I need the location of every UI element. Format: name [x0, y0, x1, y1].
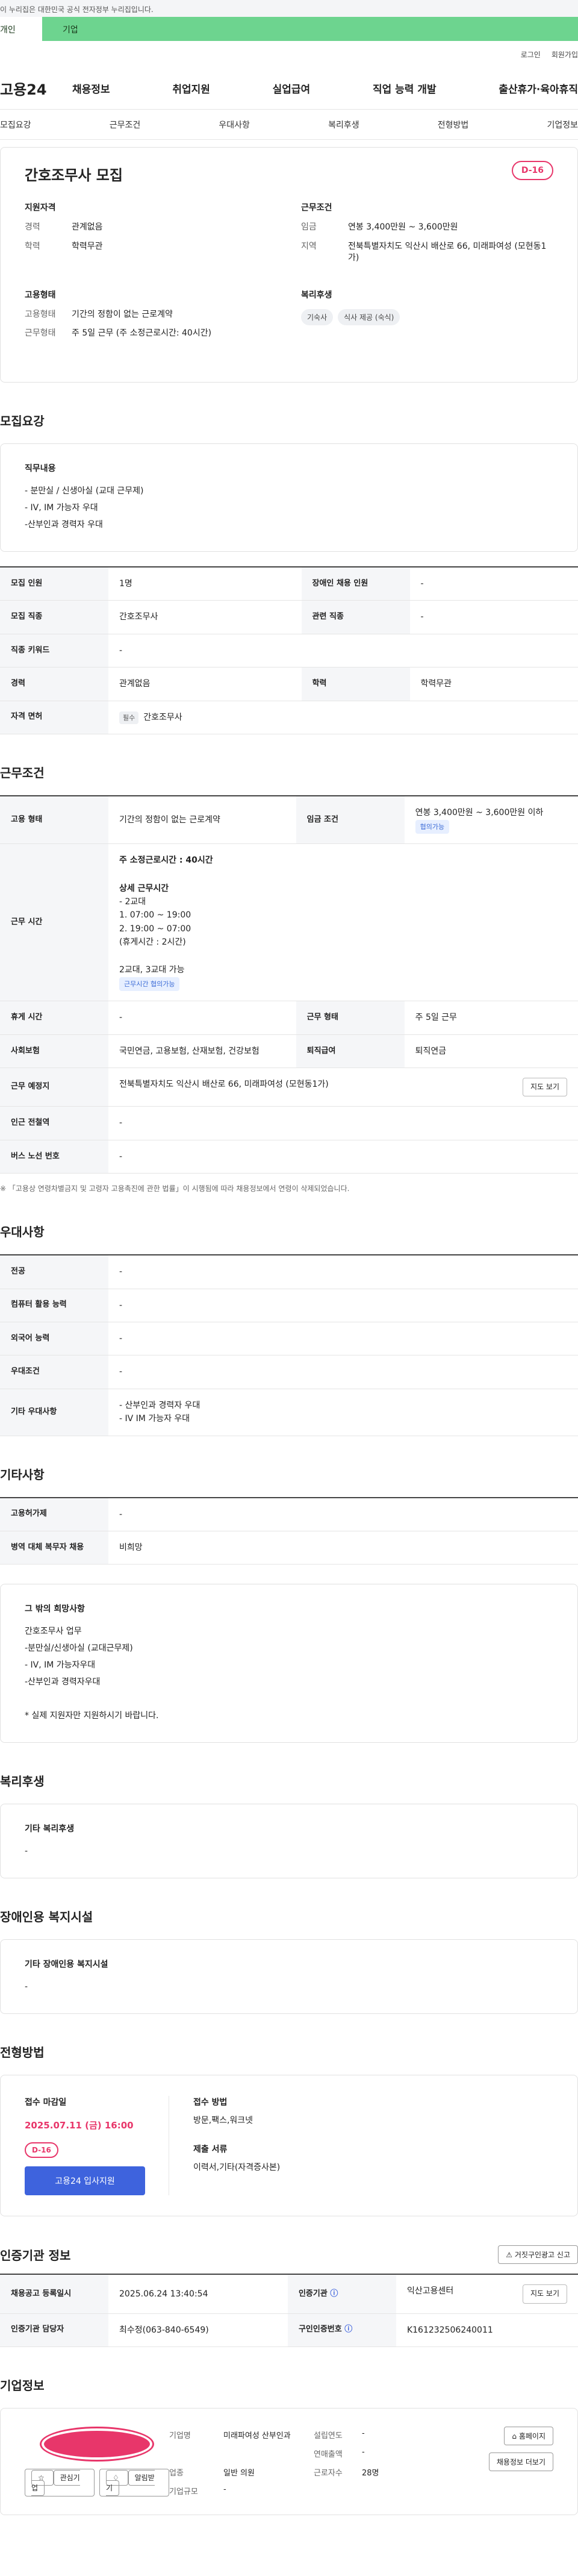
section-work-title: 근무조건: [0, 766, 45, 781]
dday-badge: D-16: [511, 161, 553, 180]
global-nav: 고용24 채용정보 취업지원 실업급여 직업 능력 개발 출산휴가·육아휴직: [0, 67, 578, 110]
welfare-pill: 식사 제공 (숙식): [338, 308, 400, 325]
job-title: 간호조무사 모집: [25, 167, 123, 184]
company-logo: [40, 2426, 154, 2462]
section-tabs: 모집요강 근무조건 우대사항 복리후생 전형방법 기업정보: [0, 110, 578, 140]
home-icon: ⌂: [512, 2431, 519, 2440]
more-jobs-button[interactable]: 채용정보 더보기: [488, 2452, 553, 2471]
welfare-pill: 기숙사: [301, 308, 334, 325]
util-links: 로그인 회원가입: [0, 41, 578, 67]
login-link[interactable]: 로그인: [521, 49, 541, 67]
tab-personal[interactable]: 개인: [0, 17, 42, 41]
job-summary-card: 간호조무사 모집 D-16 지원자격 경력 관계없음 학력 학력무관 근무조건 임금…: [0, 147, 578, 383]
notify-button[interactable]: ♢ 알림받기: [99, 2468, 169, 2496]
table-row: 근무 예정지 전북특별자치도 익산시 배산로 66, 미래파여성 (모현동1가)…: [0, 1068, 578, 1107]
other-wishes-box: 그 밖의 희망사항 간호조무사 업무 -분만실/신생아실 (교대근무제) - I…: [0, 1584, 578, 1743]
section-etc-title: 기타사항: [0, 1467, 45, 1482]
favorite-company-button[interactable]: ☆ 관심기업: [25, 2468, 95, 2496]
age-law-note: ※ 「고용상 연령차별금지 및 고령자 고용촉진에 관한 법률」이 시행됨에 따…: [0, 1184, 350, 1193]
tab-welfare[interactable]: 복리후생: [328, 119, 359, 131]
info-icon[interactable]: ⓘ: [344, 2325, 352, 2334]
tab-prefer[interactable]: 우대사항: [219, 119, 250, 131]
negotiable-badge: 협의가능: [415, 819, 450, 834]
table-row: 인근 전철역 -: [0, 1106, 578, 1140]
table-row: 병역 대체 복무자 채용 비희망: [0, 1531, 578, 1565]
gnb-item-benefit[interactable]: 실업급여: [273, 81, 311, 96]
summary-welfare: 복리후생 기숙사 식사 제공 (숙식): [301, 289, 553, 347]
homepage-button[interactable]: ⌂ 홈페이지: [504, 2426, 553, 2445]
table-row: 경력 관계없음 학력 학력무관: [0, 667, 578, 701]
apply-card: 접수 마감일 2025.07.11 (금) 16:00 D-16 고용24 입사…: [0, 2075, 578, 2217]
prefer-table: 전공 - 컴퓨터 활용 능력 - 외국어 능력 - 우대조건 - 기타 우대사항 - 산부…: [0, 1254, 578, 1436]
section-disabled-title: 장애인용 복지시설: [0, 1910, 93, 1925]
table-row: 고용 형태 기간의 정함이 없는 근로계약 임금 조건 연봉 3,400만원 ~…: [0, 796, 578, 845]
dday-badge: D-16: [25, 2142, 58, 2159]
etc-table: 고용허가제 - 병역 대체 복무자 채용 비희망: [0, 1496, 578, 1565]
section-agency-title: 인증기관 정보: [0, 2248, 71, 2263]
agency-map-button[interactable]: 지도 보기: [523, 2284, 567, 2304]
table-row: 우대조건 -: [0, 1355, 578, 1389]
section-process-title: 전형방법: [0, 2045, 45, 2060]
company-card: ☆ 관심기업 ♢ 알림받기 기업명 미래파여성 산부인과 설립연도 - 연매출액 - 업…: [0, 2407, 578, 2515]
summary-work: 근무조건 임금 연봉 3,400만원 ~ 3,600만원 지역 전북특별자치도 익산…: [301, 203, 547, 263]
company-info: 기업명 미래파여성 산부인과 설립연도 - 연매출액 - 업종 일반 의원 근로자수 28명 …: [169, 2428, 379, 2496]
section-welfare-title: 복리후생: [0, 1774, 45, 1789]
tab-business[interactable]: 기업: [42, 17, 151, 41]
apply-button[interactable]: 고용24 입사지원: [25, 2166, 145, 2196]
section-prefer-title: 우대사항: [0, 1225, 45, 1240]
table-row: 외국어 능력 -: [0, 1322, 578, 1356]
work-table: 고용 형태 기간의 정함이 없는 근로계약 임금 조건 연봉 3,400만원 ~…: [0, 795, 578, 1174]
agency-table: 채용공고 등록일시 2025.06.24 13:40:54 인증기관 ⓘ 익산고…: [0, 2274, 578, 2347]
gnb-item-jobs[interactable]: 채용정보: [72, 81, 110, 96]
required-badge: 필수: [119, 711, 139, 725]
welfare-box: 기타 복리후생 -: [0, 1804, 578, 1879]
gov-banner: 이 누리집은 대한민국 공식 전자정부 누리집입니다.: [0, 0, 578, 17]
gnb-menu: 채용정보 취업지원 실업급여 직업 능력 개발 출산휴가·육아휴직: [72, 81, 578, 96]
signup-link[interactable]: 회원가입: [552, 49, 578, 67]
summary-support: 지원자격 경력 관계없음 학력 학력무관: [25, 203, 103, 251]
tab-company[interactable]: 기업정보: [547, 119, 578, 131]
gnb-item-training[interactable]: 직업 능력 개발: [373, 81, 437, 96]
site-logo[interactable]: 고용24: [0, 78, 72, 99]
section-company-title: 기업정보: [0, 2378, 45, 2393]
report-fake-ad-button[interactable]: ⚠ 거짓구인광고 신고: [498, 2245, 578, 2265]
audience-tabs: 개인 기업: [0, 17, 578, 41]
gnb-item-leave[interactable]: 출산휴가·육아휴직: [499, 81, 578, 96]
table-row: 채용공고 등록일시 2025.06.24 13:40:54 인증기관 ⓘ 익산고…: [0, 2274, 578, 2314]
table-row: 사회보험 국민연금, 고용보험, 산재보험, 건강보험 퇴직급여 퇴직연금: [0, 1034, 578, 1069]
hours-negotiable-badge: 근무시간 협의가능: [119, 977, 180, 992]
disabled-box: 기타 장애인용 복지시설 -: [0, 1939, 578, 2015]
map-button[interactable]: 지도 보기: [523, 1078, 567, 1097]
table-row: 휴게 시간 - 근무 형태 주 5일 근무: [0, 1001, 578, 1035]
duty-box: 직무내용 - 분만실 / 신생아실 (교대 근무제) - IV, IM 가능자 …: [0, 443, 578, 552]
table-row: 버스 노선 번호 -: [0, 1140, 578, 1174]
table-row: 모집 직종 간호조무사 관련 직종 -: [0, 600, 578, 634]
table-row: 직종 키워드 -: [0, 634, 578, 668]
section-recruit-title: 모집요강: [0, 413, 45, 428]
table-row: 기타 우대사항 - 산부인과 경력자 우대 - IV IM 가능자 우대: [0, 1389, 578, 1436]
gnb-item-support[interactable]: 취업지원: [172, 81, 210, 96]
tab-recruit[interactable]: 모집요강: [0, 119, 31, 131]
alert-icon: ⚠: [506, 2251, 515, 2260]
table-row: 전공 -: [0, 1255, 578, 1289]
tab-process[interactable]: 전형방법: [438, 119, 469, 131]
table-row: 모집 인원 1명 장애인 채용 인원 -: [0, 566, 578, 601]
info-icon[interactable]: ⓘ: [330, 2289, 338, 2298]
summary-employ: 고용형태 고용형태 기간의 정함이 없는 근로계약 근무형태 주 5일 근무 (주 …: [25, 290, 212, 339]
tab-work[interactable]: 근무조건: [110, 119, 141, 131]
table-row: 자격 면허 필수 간호조무사: [0, 701, 578, 735]
table-row: 고용허가제 -: [0, 1497, 578, 1531]
deadline-date: 2025.07.11 (금) 16:00: [25, 2120, 134, 2131]
table-row: 인증기관 담당자 최수정(063-840-6549) 구인인증번호 ⓘ K161…: [0, 2313, 578, 2347]
table-row: 컴퓨터 활용 능력 -: [0, 1289, 578, 1322]
table-row: 근무 시간 주 소정근로시간 : 40시간 상세 근무시간 - 2교대 1. 0…: [0, 843, 578, 1002]
recruit-table: 모집 인원 1명 장애인 채용 인원 - 모집 직종 간호조무사 관련 직종 - 직종 키워…: [0, 566, 578, 735]
